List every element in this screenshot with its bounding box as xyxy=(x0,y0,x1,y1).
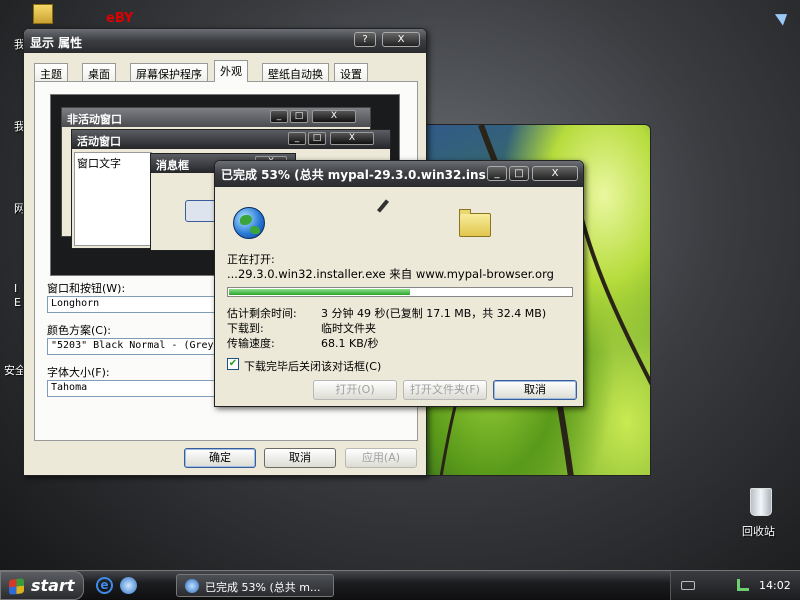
desktop-icon-recycle-bin[interactable]: 回收站 xyxy=(742,523,775,539)
minimize-icon: _ xyxy=(270,110,288,123)
recycle-bin-icon[interactable] xyxy=(750,488,772,516)
browser-quicklaunch-icon[interactable] xyxy=(120,577,137,594)
close-button[interactable]: X xyxy=(382,32,420,47)
close-button[interactable]: X xyxy=(532,166,578,181)
maximize-icon: □ xyxy=(290,110,308,123)
close-when-done-label[interactable]: 下载完毕后关闭该对话框(C) xyxy=(244,358,381,374)
window-title: 显示 属性 xyxy=(30,36,83,50)
preview-window-text-area: 窗口文字 xyxy=(74,152,152,246)
download-to-value: 临时文件夹 xyxy=(321,322,376,335)
tab-wallpaper-changer[interactable]: 壁纸自动换 xyxy=(262,63,329,81)
ok-button[interactable]: 确定 xyxy=(184,448,256,468)
transfer-rate-value: 68.1 KB/秒 xyxy=(321,337,379,350)
taskbar-task-download[interactable]: 已完成 53% (总共 m... xyxy=(176,574,334,597)
download-progress-fill xyxy=(229,289,411,295)
tab-desktop[interactable]: 桌面 xyxy=(82,63,116,81)
download-task-icon xyxy=(185,579,199,593)
transfer-rate-label: 传输速度: xyxy=(227,337,275,350)
minimize-button[interactable]: _ xyxy=(487,166,507,181)
taskbar: start e 已完成 53% (总共 m... 14:02 xyxy=(0,570,800,600)
network-tray-icon[interactable] xyxy=(737,579,749,591)
system-tray: 14:02 xyxy=(670,571,800,600)
time-left-value: 3 分钟 49 秒(已复制 17.1 MB，共 32.4 MB) xyxy=(321,307,547,320)
close-icon: X xyxy=(330,132,374,145)
download-to-label: 下载到: xyxy=(227,322,264,335)
clock[interactable]: 14:02 xyxy=(759,579,791,592)
preview-window-text: 窗口文字 xyxy=(77,157,121,170)
open-button[interactable]: 打开(O) xyxy=(313,380,397,400)
cancel-button[interactable]: 取消 xyxy=(264,448,336,468)
desktop-icon-ie[interactable]: I E xyxy=(14,282,22,310)
file-source-line: ...29.3.0.win32.installer.exe 来自 www.myp… xyxy=(227,267,554,281)
download-title: 已完成 53% (总共 mypal-29.3.0.win32.ins... xyxy=(221,168,500,182)
preview-active-title: 活动窗口 xyxy=(77,135,121,148)
font-size-label: 字体大小(F): xyxy=(47,366,110,379)
cursor-arrow-icon xyxy=(774,8,792,26)
time-left-label: 估计剩余时间: xyxy=(227,307,297,320)
opening-label: 正在打开: xyxy=(227,253,275,266)
apply-button[interactable]: 应用(A) xyxy=(345,448,417,468)
color-scheme-label: 颜色方案(C): xyxy=(47,324,111,337)
ie-quicklaunch-icon[interactable]: e xyxy=(96,577,113,594)
preview-inactive-title: 非活动窗口 xyxy=(67,113,122,126)
cancel-download-button[interactable]: 取消 xyxy=(493,380,577,400)
tab-screensaver[interactable]: 屏幕保护程序 xyxy=(130,63,208,81)
maximize-button[interactable]: □ xyxy=(509,166,529,181)
start-label: start xyxy=(31,576,75,595)
tab-theme[interactable]: 主题 xyxy=(34,63,68,81)
help-button[interactable]: ? xyxy=(354,32,376,47)
tab-settings[interactable]: 设置 xyxy=(334,63,368,81)
minimize-icon: _ xyxy=(288,132,306,145)
preview-message-title: 消息框 xyxy=(156,159,189,172)
maximize-icon: □ xyxy=(308,132,326,145)
tab-appearance[interactable]: 外观 xyxy=(214,60,248,82)
close-icon: X xyxy=(312,110,356,123)
ebay-icon[interactable]: eBY xyxy=(106,10,134,28)
keyboard-tray-icon[interactable] xyxy=(681,581,695,590)
windows-buttons-label: 窗口和按钮(W): xyxy=(47,282,126,295)
globe-icon xyxy=(233,207,265,239)
folder-icon xyxy=(459,213,491,237)
close-when-done-checkbox[interactable]: ✔ xyxy=(227,358,239,370)
windows-logo-icon xyxy=(9,578,24,595)
download-dialog: 已完成 53% (总共 mypal-29.3.0.win32.ins... _ … xyxy=(214,160,584,407)
open-folder-button[interactable]: 打开文件夹(F) xyxy=(403,380,487,400)
taskbar-task-label: 已完成 53% (总共 m... xyxy=(205,581,321,594)
download-progress-bar xyxy=(227,287,573,297)
pen-icon xyxy=(376,199,390,213)
folder-tab-icon xyxy=(459,209,471,214)
start-button[interactable]: start xyxy=(0,571,84,600)
folder-icon[interactable] xyxy=(33,4,53,24)
